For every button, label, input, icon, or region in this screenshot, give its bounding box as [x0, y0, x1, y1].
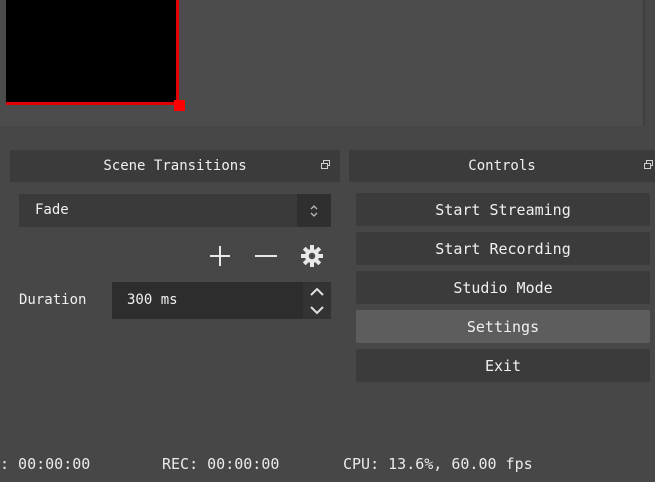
- transition-select-value: Fade: [35, 202, 69, 218]
- transition-properties-button[interactable]: [296, 238, 328, 274]
- add-transition-button[interactable]: [204, 238, 236, 274]
- rec-timer: REC: 00:00:00: [162, 455, 280, 473]
- duration-stepper[interactable]: [303, 282, 331, 319]
- source-resize-handle[interactable]: [174, 100, 185, 111]
- status-bar: : 00:00:00 REC: 00:00:00 CPU: 13.6%, 60.…: [0, 450, 655, 480]
- preview-canvas[interactable]: [6, 0, 179, 105]
- remove-transition-button[interactable]: [250, 238, 282, 274]
- float-dock-icon[interactable]: [644, 160, 653, 169]
- settings-button[interactable]: Settings: [356, 310, 650, 343]
- gear-icon: [301, 245, 323, 267]
- transition-select[interactable]: Fade: [19, 194, 331, 227]
- studio-mode-button[interactable]: Studio Mode: [356, 271, 650, 304]
- cpu-fps-readout: CPU: 13.6%, 60.00 fps: [343, 455, 533, 473]
- chevron-down-icon: [310, 306, 324, 315]
- dock-title-label: Scene Transitions: [103, 158, 247, 174]
- duration-value: 300 ms: [127, 292, 178, 308]
- chevron-up-icon: [310, 287, 324, 296]
- duration-label: Duration: [19, 292, 87, 308]
- minus-icon: [255, 255, 277, 257]
- increment-button[interactable]: [303, 283, 331, 301]
- scene-transitions-dock-title: Scene Transitions: [10, 150, 340, 182]
- updown-chevron-icon[interactable]: [297, 194, 331, 227]
- duration-spinbox[interactable]: 300 ms: [112, 282, 331, 319]
- dock-title-label: Controls: [468, 158, 536, 174]
- controls-dock-title: Controls: [349, 150, 655, 182]
- plus-icon: [210, 246, 230, 266]
- start-streaming-button[interactable]: Start Streaming: [356, 193, 650, 226]
- preview-divider: [643, 0, 645, 126]
- float-dock-icon[interactable]: [321, 160, 330, 169]
- exit-button[interactable]: Exit: [356, 349, 650, 382]
- live-timer: : 00:00:00: [0, 455, 91, 473]
- preview-area[interactable]: [0, 0, 645, 126]
- decrement-button[interactable]: [303, 301, 331, 319]
- start-recording-button[interactable]: Start Recording: [356, 232, 650, 265]
